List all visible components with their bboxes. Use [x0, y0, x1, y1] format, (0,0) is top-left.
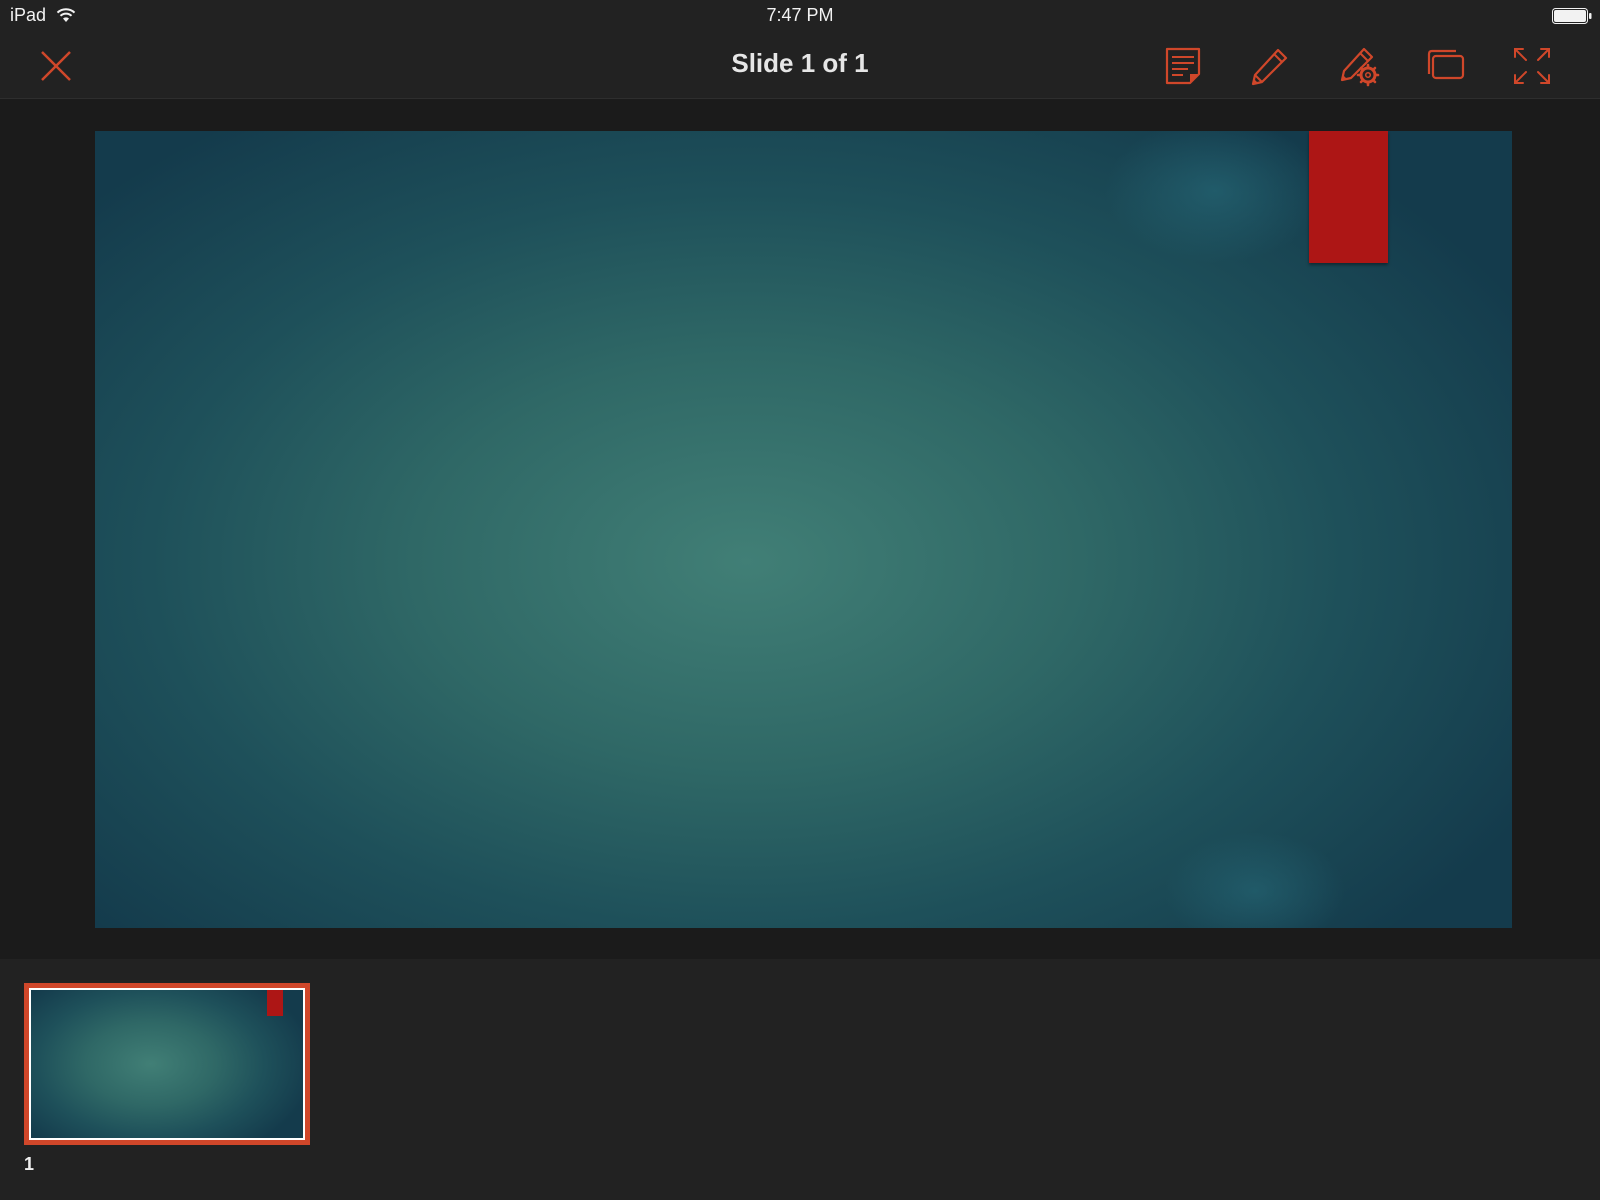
slide-stage: [0, 99, 1600, 959]
fullscreen-button[interactable]: [1510, 44, 1554, 88]
pen-settings-icon: [1340, 47, 1380, 87]
status-time: 7:47 PM: [766, 5, 834, 25]
slide-canvas[interactable]: [95, 131, 1512, 928]
pen-icon: [1251, 48, 1288, 86]
slide-red-tab: [1309, 131, 1388, 263]
notes-icon: [1165, 47, 1201, 85]
window-icon: [1427, 49, 1465, 80]
pen-settings-button[interactable]: [1336, 44, 1380, 88]
toolbar: Slide 1 of 1: [0, 32, 1600, 99]
slide-thumbnail[interactable]: [24, 983, 310, 1145]
thumbnail-red-tab: [267, 990, 283, 1016]
battery-icon: [1552, 8, 1592, 24]
fullscreen-icon: [1514, 48, 1550, 84]
thumbnail-number: 1: [24, 1154, 35, 1174]
status-bar: iPad 7:47 PM: [0, 0, 1600, 32]
thumbnail-bar: 1: [0, 959, 1600, 1200]
notes-button[interactable]: [1161, 44, 1205, 88]
switch-window-button[interactable]: [1423, 44, 1467, 88]
pen-button[interactable]: [1248, 44, 1292, 88]
thumbnail-preview: [29, 988, 305, 1140]
